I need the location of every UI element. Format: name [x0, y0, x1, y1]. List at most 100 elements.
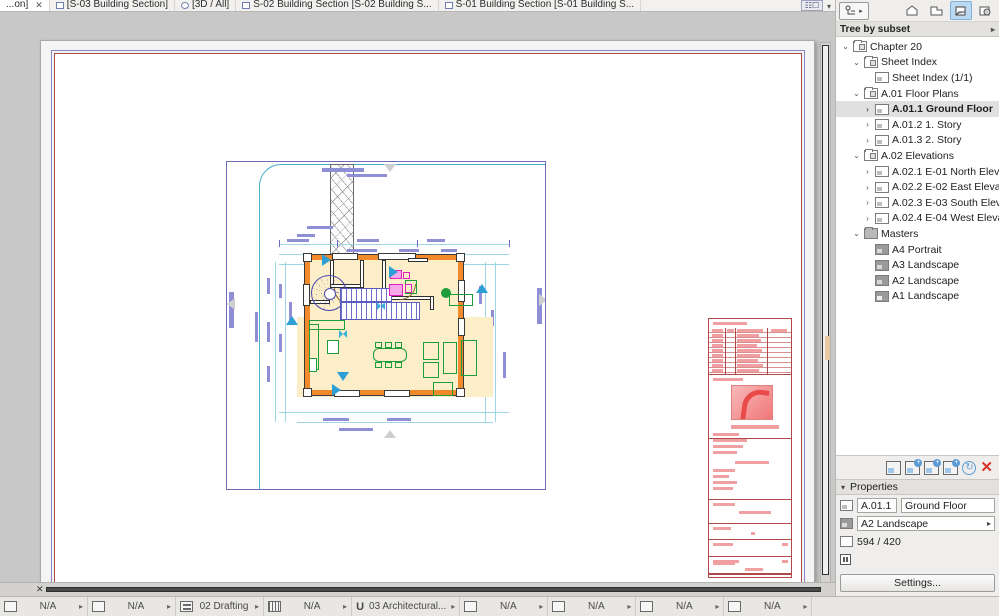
new-layout-icon[interactable] — [886, 460, 902, 475]
layout-book-tree[interactable]: ⌄ Chapter 20 ⌄ Sheet Index Sheet Index (1/1)… — [836, 37, 999, 455]
layout-name-field[interactable]: Ground Floor — [901, 498, 995, 513]
chevron-right-icon[interactable]: ▸ — [539, 602, 543, 611]
chevron-right-icon[interactable]: › — [863, 198, 872, 207]
status-item-fill[interactable]: 02 Drafting ▸ — [176, 597, 265, 616]
status-item-layer[interactable]: U 03 Architectural... ▸ — [352, 597, 461, 616]
chevron-down-icon[interactable]: ▾ — [841, 483, 845, 492]
tab-3d-all[interactable]: [3D / All] — [175, 0, 237, 11]
scrollbar-thumb[interactable] — [46, 587, 821, 592]
tab-s02-building-section[interactable]: S-02 Building Section [S-02 Building S..… — [236, 0, 439, 11]
status-item-line-type[interactable]: N/A ▸ — [88, 597, 177, 616]
document-tab-bar[interactable]: ...on] ✕ [S-03 Building Section] [3D / A… — [0, 0, 835, 12]
ground-floor-drawing[interactable] — [226, 161, 546, 490]
status-item-zone[interactable]: N/A ▸ — [724, 597, 813, 616]
section-marker-east[interactable] — [332, 384, 341, 396]
status-item-composite[interactable]: N/A ▸ — [460, 597, 549, 616]
layout-canvas[interactable] — [0, 12, 835, 582]
company-address — [713, 439, 747, 442]
tab-active[interactable]: ...on] ✕ — [0, 0, 50, 11]
chevron-down-icon[interactable]: ⌄ — [841, 42, 850, 51]
status-item-build-material[interactable]: N/A ▸ — [264, 597, 353, 616]
section-marker-south[interactable] — [337, 372, 349, 381]
chevron-down-icon[interactable]: ⌄ — [852, 151, 861, 160]
marker-arrow-icon — [384, 164, 396, 172]
new-master-layout-icon[interactable]: + — [924, 458, 942, 475]
layout-book-icon[interactable] — [950, 1, 972, 20]
tab-s03-building-section[interactable]: [S-03 Building Section] — [50, 0, 175, 11]
status-item-pen[interactable]: N/A ▸ — [0, 597, 89, 616]
sheet-icon — [875, 181, 889, 193]
update-icon[interactable]: ↻ — [962, 460, 977, 475]
master-layout-select[interactable]: A2 Landscape ▸ — [857, 516, 995, 531]
layout-id-field[interactable]: A.01.1 — [857, 498, 897, 513]
elevation-marker[interactable] — [322, 168, 364, 172]
tree-item-sheet-index-1-1[interactable]: Sheet Index (1/1) — [836, 70, 999, 86]
section-marker-east[interactable] — [389, 266, 398, 278]
tree-item-a-02-elevations[interactable]: ⌄ A.02 Elevations — [836, 148, 999, 164]
tab-s01-building-section[interactable]: S-01 Building Section [S-01 Building S..… — [439, 0, 642, 11]
chevron-right-icon[interactable]: ▸ — [627, 602, 631, 611]
view-map-icon[interactable] — [926, 1, 948, 20]
properties-header[interactable]: ▾ Properties — [836, 479, 999, 495]
tree-item-a-01-floor-plans[interactable]: ⌄ A.01 Floor Plans — [836, 86, 999, 102]
title-block[interactable] — [708, 318, 792, 578]
chevron-right-icon[interactable]: › — [863, 105, 872, 114]
chevron-right-icon[interactable]: ▸ — [991, 25, 995, 34]
tree-item-a4-portrait[interactable]: A4 Portrait — [836, 242, 999, 258]
close-icon[interactable]: ✕ — [36, 584, 44, 595]
new-subset-icon[interactable]: + — [905, 458, 923, 475]
tree-item-masters[interactable]: ⌄ Masters — [836, 226, 999, 242]
chevron-right-icon[interactable]: ▸ — [167, 602, 171, 611]
tree-item-a1-landscape[interactable]: A1 Landscape — [836, 289, 999, 305]
close-icon[interactable]: ✕ — [35, 0, 43, 11]
section-marker-north[interactable] — [476, 284, 488, 293]
tree-item-a-01-3-2-story[interactable]: › A.01.3 2. Story — [836, 133, 999, 149]
chevron-down-icon[interactable]: ⌄ — [852, 58, 861, 67]
tree-item-chapter-20[interactable]: ⌄ Chapter 20 — [836, 39, 999, 55]
chevron-right-icon[interactable]: ▸ — [715, 602, 719, 611]
chevron-right-icon[interactable]: › — [863, 120, 872, 129]
chevron-right-icon[interactable]: ▸ — [255, 602, 259, 611]
chevron-right-icon[interactable]: ▸ — [803, 602, 807, 611]
chevron-down-icon[interactable]: ▾ — [823, 2, 835, 11]
marker-arrow-icon — [227, 298, 235, 310]
master-layout-row: A2 Landscape ▸ — [840, 516, 995, 531]
tree-item-a-02-3-e-03-south-elevation[interactable]: › A.02.3 E-03 South Elevation — [836, 195, 999, 211]
settings-button[interactable]: Settings... — [840, 574, 995, 592]
delete-icon[interactable]: ✕ — [980, 460, 993, 475]
tree-item-a-02-4-e-04-west-elevation[interactable]: › A.02.4 E-04 West Elevation — [836, 211, 999, 227]
tree-item-sheet-index[interactable]: ⌄ Sheet Index — [836, 55, 999, 71]
chevron-right-icon[interactable]: ▸ — [451, 602, 455, 611]
scrollbar-thumb[interactable] — [822, 45, 830, 575]
project-map-icon[interactable] — [902, 1, 924, 20]
canvas-vertical-scrollbar[interactable] — [820, 42, 831, 582]
tree-item-a2-landscape[interactable]: A2 Landscape — [836, 273, 999, 289]
chevron-right-icon[interactable]: › — [863, 183, 872, 192]
tab-overview-button[interactable]: ☷☐ — [800, 0, 823, 11]
chevron-right-icon[interactable]: › — [863, 214, 872, 223]
dimension-text — [339, 428, 373, 431]
view-map-glyph — [930, 6, 943, 16]
tree-mode-header[interactable]: Tree by subset ▸ — [836, 22, 999, 37]
tree-item-a-01-1-ground-floor[interactable]: › A.01.1 Ground Floor — [836, 101, 999, 117]
tree-item-a-02-1-e-01-north-elevation[interactable]: › A.02.1 E-01 North Elevation — [836, 164, 999, 180]
tree-item-a-01-2-1-story[interactable]: › A.01.2 1. Story — [836, 117, 999, 133]
chevron-right-icon[interactable]: › — [863, 167, 872, 176]
section-marker-north[interactable] — [286, 316, 298, 325]
tree-item-a-02-2-e-02-east-elevation[interactable]: › A.02.2 E-02 East Elevation — [836, 179, 999, 195]
section-marker-east[interactable] — [322, 254, 331, 266]
tree-item-a3-landscape[interactable]: A3 Landscape — [836, 257, 999, 273]
status-item-surface[interactable]: N/A ▸ — [636, 597, 725, 616]
chevron-right-icon[interactable]: ▸ — [79, 602, 83, 611]
canvas-horizontal-scrollbar[interactable]: ✕ — [0, 582, 835, 596]
navigator-mode-button[interactable]: ▸ — [839, 1, 869, 20]
chevron-right-icon[interactable]: ▸ — [343, 602, 347, 611]
dimension-line — [297, 422, 493, 423]
chevron-right-icon[interactable]: › — [863, 136, 872, 145]
chevron-down-icon[interactable]: ⌄ — [852, 89, 861, 98]
tree-item-label: A.01.3 2. Story — [892, 134, 962, 147]
publisher-sets-icon[interactable] — [974, 1, 996, 20]
status-item-profile[interactable]: N/A ▸ — [548, 597, 637, 616]
new-drawing-icon[interactable]: + — [943, 458, 961, 475]
chevron-down-icon[interactable]: ⌄ — [852, 229, 861, 238]
